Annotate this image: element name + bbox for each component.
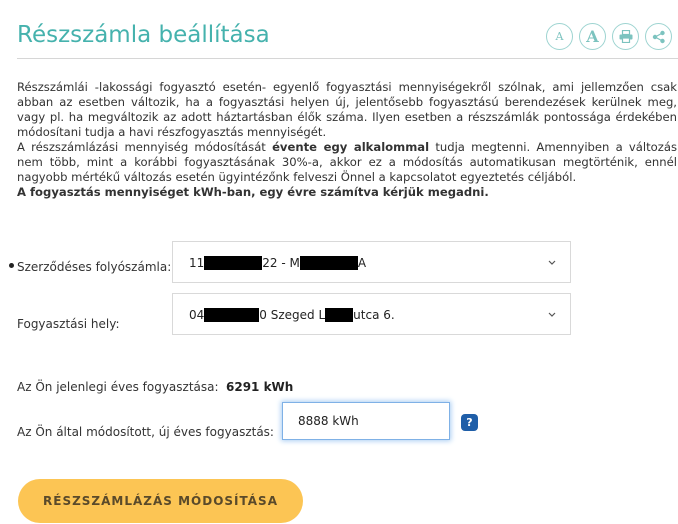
- contract-value-text: 11: [189, 256, 205, 270]
- contract-value: 11 22 - M A: [189, 256, 366, 270]
- description: Részszámlái -lakossági fogyasztó esetén-…: [17, 80, 677, 200]
- chevron-down-icon: [548, 312, 556, 317]
- place-value-text: utca 6.: [353, 308, 395, 322]
- redaction-bar: [325, 308, 354, 322]
- place-value: 04 0 Szeged L utca 6.: [189, 308, 395, 322]
- submit-button[interactable]: RÉSZSZÁMLÁZÁS MÓDOSÍTÁSA: [18, 479, 303, 523]
- title-divider: [17, 58, 678, 59]
- current-consumption-label: Az Ön jelenlegi éves fogyasztása:: [17, 380, 219, 394]
- font-decrease-icon[interactable]: A: [546, 23, 573, 50]
- description-paragraph-1: Részszámlái -lakossági fogyasztó esetén-…: [17, 80, 677, 139]
- place-label: Fogyasztási hely:: [17, 317, 120, 331]
- description-text: A részszámlázási mennyiség módosítását: [17, 140, 273, 154]
- contract-value-text: 22 - M: [262, 256, 300, 270]
- toolbar: A A: [546, 23, 672, 50]
- description-emphasis: évente egy alkalommal: [272, 140, 430, 154]
- new-consumption-input[interactable]: [298, 414, 448, 428]
- font-increase-icon[interactable]: A: [579, 23, 606, 50]
- contract-value-text: A: [357, 256, 367, 270]
- share-icon[interactable]: [645, 23, 672, 50]
- page-title: Részszámla beállítása: [17, 22, 270, 48]
- contract-label: Szerződéses folyószámla:: [17, 260, 172, 274]
- contract-select[interactable]: 11 22 - M A: [172, 241, 571, 283]
- redaction-bar: [299, 256, 358, 270]
- redaction-bar: [204, 256, 263, 270]
- new-consumption-field[interactable]: [282, 402, 450, 440]
- chevron-down-icon: [548, 260, 556, 265]
- description-instruction: A fogyasztás mennyiséget kWh-ban, egy év…: [17, 185, 489, 199]
- help-icon[interactable]: ?: [461, 414, 478, 431]
- description-paragraph-3: A fogyasztás mennyiséget kWh-ban, egy év…: [17, 185, 677, 200]
- place-value-text: 04: [189, 308, 205, 322]
- redaction-bar: [204, 308, 260, 322]
- place-select[interactable]: 04 0 Szeged L utca 6.: [172, 293, 571, 335]
- new-consumption-label: Az Ön által módosított, új éves fogyaszt…: [17, 425, 274, 439]
- place-value-text: 0 Szeged L: [259, 308, 326, 322]
- description-paragraph-2: A részszámlázási mennyiség módosítását é…: [17, 140, 677, 185]
- current-consumption-value: 6291 kWh: [226, 380, 294, 394]
- printer-icon[interactable]: [612, 23, 639, 50]
- bullet-marker: [9, 263, 14, 268]
